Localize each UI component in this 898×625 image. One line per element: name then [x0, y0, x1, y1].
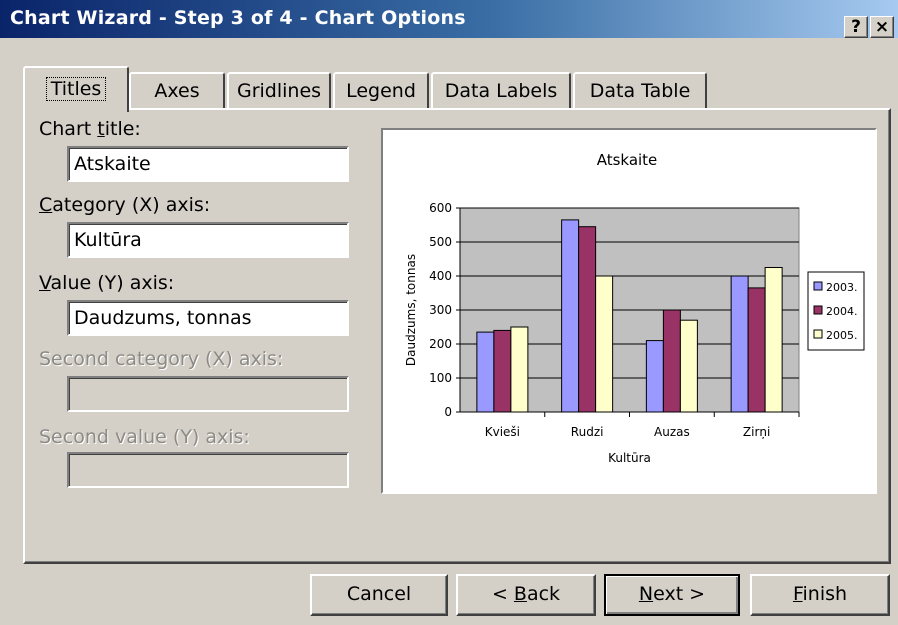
title-bar[interactable]: Chart Wizard - Step 3 of 4 - Chart Optio…	[0, 0, 898, 38]
tab-titles[interactable]: Titles	[23, 66, 129, 112]
tab-data-labels-label: Data Labels	[444, 80, 558, 102]
x-tick-label: Kvieši	[485, 425, 520, 439]
chart-title-label: Chart title:	[39, 118, 141, 140]
tab-gridlines[interactable]: Gridlines	[227, 72, 331, 110]
next-button[interactable]: Next >	[604, 574, 740, 616]
chart-title: Atskaite	[597, 151, 658, 169]
legend-entry: 2003.	[826, 281, 858, 294]
close-button[interactable]: ×	[870, 16, 894, 38]
x-tick-label: Zirņi	[743, 425, 770, 439]
x-axis-title: Kultūra	[608, 451, 651, 465]
legend-swatch	[813, 329, 823, 339]
y-tick-label: 600	[429, 201, 452, 215]
finish-button[interactable]: Finish	[750, 574, 890, 616]
cancel-button[interactable]: Cancel	[310, 574, 448, 616]
bar	[662, 309, 681, 413]
bar	[493, 329, 512, 413]
tab-data-table-label: Data Table	[589, 80, 691, 102]
category-x-axis-label: Category (X) axis:	[39, 194, 211, 216]
tab-gridlines-label: Gridlines	[236, 80, 322, 102]
chart-title-input[interactable]: Atskaite	[67, 146, 349, 182]
tab-axes-label: Axes	[154, 80, 200, 102]
category-x-axis-input[interactable]: Kultūra	[67, 222, 349, 258]
legend-entry: 2005.	[826, 329, 858, 342]
tab-data-labels[interactable]: Data Labels	[431, 72, 571, 110]
legend-swatch	[813, 305, 823, 315]
dialog-title: Chart Wizard - Step 3 of 4 - Chart Optio…	[10, 7, 466, 29]
back-button[interactable]: < Back	[456, 574, 596, 616]
legend-swatch	[813, 281, 823, 291]
bar	[510, 326, 529, 413]
y-tick-label: 200	[429, 337, 452, 351]
x-tick-label: Auzas	[654, 425, 690, 439]
tab-axes[interactable]: Axes	[129, 72, 225, 110]
chart-preview: Atskaite 0 100 200 300 400 500 600 Kvieši Rudzi Au…	[381, 128, 877, 494]
bar	[578, 226, 597, 413]
titles-panel: Chart title: Atskaite Category (X) axis:…	[23, 108, 891, 564]
bar	[476, 331, 495, 413]
y-tick-label: 300	[429, 303, 452, 317]
y-axis-title: Daudzums, tonnas	[404, 254, 418, 366]
chart-svg: Atskaite 0 100 200 300 400 500 600 Kvieši Rudzi Au…	[404, 151, 865, 465]
bar	[561, 219, 580, 413]
bar	[730, 275, 749, 413]
bar	[679, 319, 698, 413]
value-y-axis-input[interactable]: Daudzums, tonnas	[67, 300, 349, 336]
bar	[595, 275, 614, 413]
second-category-axis-label: Second category (X) axis:	[39, 348, 284, 370]
second-value-axis-input	[67, 452, 349, 488]
bar	[764, 267, 783, 413]
y-tick-label: 400	[429, 269, 452, 283]
y-tick-label: 100	[429, 371, 452, 385]
bar	[747, 287, 766, 413]
close-icon: ×	[874, 17, 890, 37]
tab-legend-label: Legend	[346, 80, 416, 102]
tab-data-table[interactable]: Data Table	[573, 72, 707, 110]
y-tick-label: 0	[444, 405, 452, 419]
value-y-axis-label: Value (Y) axis:	[39, 272, 175, 294]
help-button[interactable]: ?	[844, 16, 868, 38]
legend-entry: 2004.	[826, 305, 858, 318]
bar	[645, 340, 664, 413]
y-tick-label: 500	[429, 235, 452, 249]
x-tick-label: Rudzi	[571, 425, 604, 439]
second-value-axis-label: Second value (Y) axis:	[39, 426, 250, 448]
help-icon: ?	[851, 17, 861, 37]
tab-titles-label: Titles	[45, 77, 107, 101]
second-category-axis-input	[67, 376, 349, 412]
tab-legend[interactable]: Legend	[333, 72, 429, 110]
